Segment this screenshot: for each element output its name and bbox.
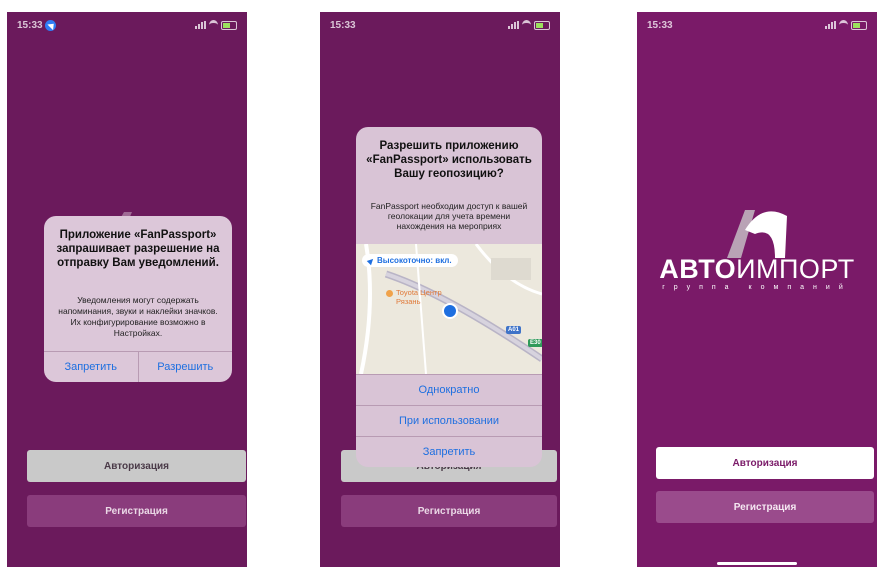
status-time: 15:33 <box>647 19 673 31</box>
precise-location-toggle[interactable]: Высокоточно: вкл. <box>362 254 458 267</box>
register-button[interactable]: Регистрация <box>27 495 246 527</box>
status-bar: 15:33 <box>647 16 867 34</box>
allow-while-using-button[interactable]: При использовании <box>356 405 542 436</box>
brand-tagline: группа компаний <box>662 284 852 291</box>
map-preview: Высокоточно: вкл. Toyota Центр Рязань А0… <box>356 244 542 374</box>
brand-part2: ИМПОРТ <box>736 254 855 284</box>
auth-button[interactable]: Авторизация <box>656 447 874 479</box>
poi-label: Toyota Центр Рязань <box>396 288 442 306</box>
auth-button[interactable]: Авторизация <box>27 450 246 482</box>
status-bar: 15:33 <box>330 16 550 34</box>
allow-button[interactable]: Разрешить <box>139 352 233 382</box>
battery-icon <box>221 20 237 30</box>
signal-icon <box>508 21 519 29</box>
avtoimport-logo-icon <box>727 210 787 258</box>
signal-icon <box>195 21 206 29</box>
location-arrow-icon <box>366 256 376 265</box>
dialog-title: Разрешить приложению «FanPassport» испол… <box>366 140 532 180</box>
battery-icon <box>851 20 867 30</box>
brand-name: АВТОИМПОРТ <box>637 254 877 285</box>
status-bar: 15:33 <box>17 16 237 34</box>
dialog-message: Уведомления могут содержать напоминания,… <box>58 295 218 338</box>
deny-button[interactable]: Запретить <box>356 436 542 467</box>
register-button[interactable]: Регистрация <box>341 495 557 527</box>
location-arrow-icon <box>44 19 56 31</box>
notification-permission-dialog: Приложение «FanPassport» запрашивает раз… <box>44 216 232 382</box>
dialog-title: Приложение «FanPassport» запрашивает раз… <box>56 229 220 269</box>
location-permission-dialog: Разрешить приложению «FanPassport» испол… <box>356 127 542 467</box>
wifi-icon <box>839 20 848 30</box>
home-indicator[interactable] <box>717 562 797 565</box>
wifi-icon <box>522 20 531 30</box>
screen-login: 15:33 АВТОИМПОРТ группа компаний Авториз… <box>637 12 877 567</box>
deny-button[interactable]: Запретить <box>44 352 139 382</box>
dialog-message: FanPassport необходим доступ к вашей гео… <box>370 201 528 231</box>
road-badge-e30: Е30 <box>528 339 542 347</box>
register-button[interactable]: Регистрация <box>656 491 874 523</box>
status-time: 15:33 <box>330 19 356 31</box>
battery-icon <box>534 20 550 30</box>
wifi-icon <box>209 20 218 30</box>
status-time: 15:33 <box>17 19 43 31</box>
road-badge-a01: А01 <box>506 326 522 334</box>
allow-once-button[interactable]: Однократно <box>356 374 542 405</box>
screen-notifications: 15:33 Приложение «FanPassport» запрашива… <box>7 12 247 567</box>
precise-label: Высокоточно: вкл. <box>377 256 452 265</box>
signal-icon <box>825 21 836 29</box>
screen-location: 15:33 Авторизация Регистрация Разрешить … <box>320 12 560 567</box>
brand-part1: АВТО <box>659 254 737 284</box>
current-location-marker <box>442 303 458 319</box>
poi-marker-icon <box>386 290 393 297</box>
